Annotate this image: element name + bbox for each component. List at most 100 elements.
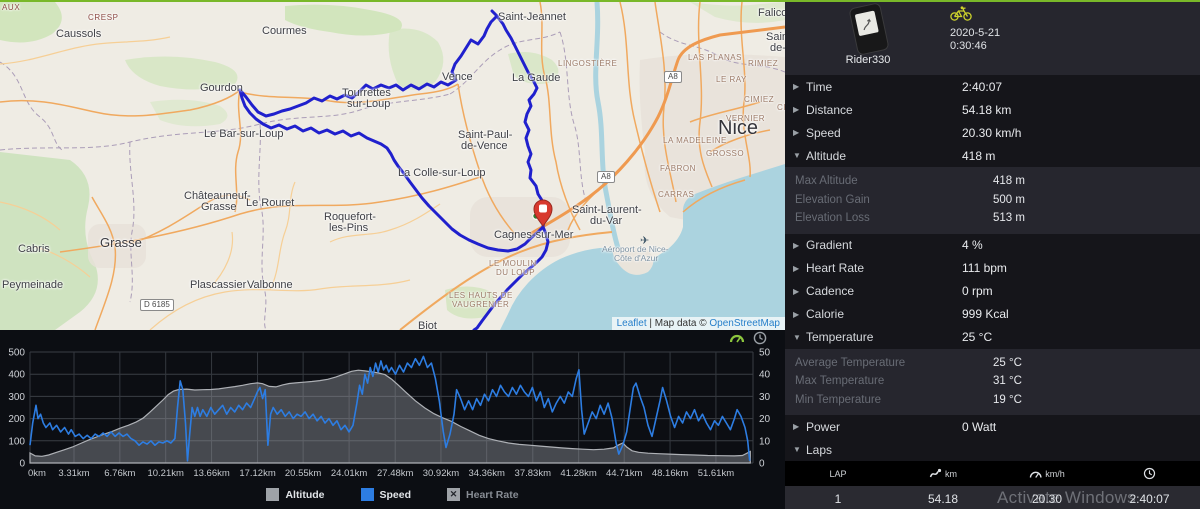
detail-label: Min Temperature <box>795 393 882 406</box>
stat-row-temperature[interactable]: ▼ Temperature 25 °C <box>785 325 1200 349</box>
detail-label: Max Altitude <box>795 175 858 188</box>
bryton-activity-window: ✈ AUX CRESP Caussols Courmes Saint-Jeannet Go… <box>0 0 1200 509</box>
map-label: LES HAUTS DE <box>449 291 513 300</box>
stat-value: 4 % <box>962 238 983 252</box>
stat-value: 111 bpm <box>962 261 1007 275</box>
svg-text:30: 30 <box>759 392 771 403</box>
svg-text:0km: 0km <box>28 468 46 479</box>
map-label: Gourdon <box>200 82 243 94</box>
svg-text:100: 100 <box>8 436 25 447</box>
map-label: de-la <box>770 42 785 54</box>
stat-row-cadence[interactable]: ▶ Cadence 0 rpm <box>785 279 1200 303</box>
stat-detail-row: Min Temperature 19 °C <box>785 391 1200 410</box>
stat-detail-row: Elevation Gain 500 m <box>785 191 1200 210</box>
stat-row-time[interactable]: ▶ Time 2:40:07 <box>785 75 1200 98</box>
chevron-right-icon: ▶ <box>793 240 800 250</box>
stat-row-laps[interactable]: ▼ Laps <box>785 438 1200 461</box>
map-label: CIT <box>777 103 785 112</box>
route-distance-icon <box>929 468 942 478</box>
svg-text:37.83km: 37.83km <box>515 468 552 479</box>
distance-axis-toggle-icon[interactable] <box>729 331 745 350</box>
stat-label: Power <box>806 419 841 434</box>
svg-text:34.36km: 34.36km <box>468 468 505 479</box>
stat-row-calorie[interactable]: ▶ Calorie 999 Kcal <box>785 302 1200 326</box>
time-axis-toggle-icon[interactable] <box>753 331 767 350</box>
legend-item-altitude[interactable]: Altitude <box>266 488 325 501</box>
svg-text:44.71km: 44.71km <box>606 468 643 479</box>
stat-label: Laps <box>806 442 833 457</box>
chevron-down-icon: ▼ <box>793 151 801 160</box>
stat-label: Gradient <box>806 238 853 252</box>
chevron-right-icon: ▶ <box>793 286 800 296</box>
laps-col-distance: km <box>891 468 995 479</box>
chevron-right-icon: ▶ <box>793 128 800 137</box>
map-attribution: Leaflet | Map data © OpenStreetMap <box>611 317 785 330</box>
laps-col-lap: LAP <box>829 468 847 479</box>
detail-label: Elevation Gain <box>795 193 870 206</box>
activity-chart-panel: 0 0 100 10 200 20 300 30 400 40 500 50 0km 3.31km 6.76… <box>0 330 785 509</box>
map-label: A8 <box>597 171 615 183</box>
svg-text:3.31km: 3.31km <box>58 468 89 479</box>
stat-value: 2:40:07 <box>962 79 1003 94</box>
svg-text:300: 300 <box>8 392 25 403</box>
stat-row-gradient[interactable]: ▶ Gradient 4 % <box>785 233 1200 257</box>
stat-label: Speed <box>806 125 841 140</box>
stat-label: Time <box>806 79 833 94</box>
stat-detail-row: Elevation Loss 513 m <box>785 209 1200 228</box>
svg-text:24.01km: 24.01km <box>331 468 368 479</box>
stat-value: 999 Kcal <box>962 307 1009 321</box>
map-label: GROSSO <box>706 149 745 158</box>
map-label: Peymeinade <box>2 279 64 291</box>
stat-row-power[interactable]: ▶ Power 0 Watt <box>785 415 1200 438</box>
map-label: A8 <box>664 71 682 83</box>
map-label: Biot <box>418 320 437 330</box>
map-label: de-Vence <box>461 140 508 152</box>
laps-col-speed: km/h <box>995 468 1099 479</box>
lap-cell: 1 <box>834 492 842 506</box>
stat-row-altitude[interactable]: ▼ Altitude 418 m <box>785 144 1200 167</box>
svg-text:200: 200 <box>8 414 25 425</box>
map-label: Courmes <box>262 25 307 37</box>
map-label: VAUGRENIER <box>452 300 510 309</box>
svg-text:41.28km: 41.28km <box>560 468 597 479</box>
chevron-right-icon: ▶ <box>793 105 800 114</box>
legend-swatch <box>266 488 280 501</box>
detail-label: Max Temperature <box>795 375 885 388</box>
detail-value: 500 m <box>993 193 1025 206</box>
map-label: Falicon <box>758 7 785 19</box>
altitude-speed-chart[interactable]: 0 0100 10200 20300 30400 40500 500km 3.31km 6.76… <box>0 330 785 482</box>
chevron-right-icon: ▶ <box>793 422 800 431</box>
map-label: Grasse <box>201 201 237 213</box>
svg-text:10.21km: 10.21km <box>147 468 184 479</box>
map-label: FABRON <box>660 164 696 173</box>
leaflet-link[interactable]: Leaflet <box>617 318 647 329</box>
stat-label: Calorie <box>806 307 845 321</box>
map-label: Grasse <box>100 235 142 250</box>
detail-value: 31 °C <box>993 375 1022 388</box>
legend-item-heart-rate[interactable]: ✕ Heart Rate <box>447 488 519 501</box>
activity-sidebar: Rider330 2020-5-21 0:30:46 ▶ Time 2:40:07 ▶… <box>785 2 1200 509</box>
osm-link[interactable]: OpenStreetMap <box>709 318 780 329</box>
stat-value: 20.30 km/h <box>962 125 1022 140</box>
map-label: VERNIER <box>726 114 766 123</box>
route-map[interactable]: ✈ AUX CRESP Caussols Courmes Saint-Jeannet Go… <box>0 2 785 330</box>
map-label: Cabris <box>18 243 50 255</box>
stat-row-heart-rate[interactable]: ▶ Heart Rate 111 bpm <box>785 256 1200 280</box>
lap-row[interactable]: 1 54.18 20.30 2:40:07 <box>785 486 1200 509</box>
stat-value: 0 rpm <box>962 284 993 298</box>
stat-row-distance[interactable]: ▶ Distance 54.18 km <box>785 98 1200 121</box>
stat-row-speed[interactable]: ▶ Speed 20.30 km/h <box>785 121 1200 144</box>
chart-legend: Altitude Speed ✕ Heart Rate <box>0 488 785 501</box>
chevron-down-icon: ▼ <box>793 445 801 454</box>
map-label: CARRAS <box>658 190 695 199</box>
map-label: LINGOSTIÈRE <box>558 59 618 68</box>
device-header: Rider330 2020-5-21 0:30:46 <box>785 2 1200 75</box>
lap-cell: 54.18 <box>927 492 959 506</box>
stat-label: Altitude <box>806 148 847 163</box>
map-label: Le Rouret <box>246 197 295 209</box>
stat-detail-block: Average Temperature 25 °C Max Temperature 3… <box>785 348 1200 415</box>
svg-text:400: 400 <box>8 370 25 381</box>
map-label: CRESP <box>88 13 119 22</box>
detail-value: 25 °C <box>993 356 1022 369</box>
legend-item-speed[interactable]: Speed <box>360 488 411 501</box>
